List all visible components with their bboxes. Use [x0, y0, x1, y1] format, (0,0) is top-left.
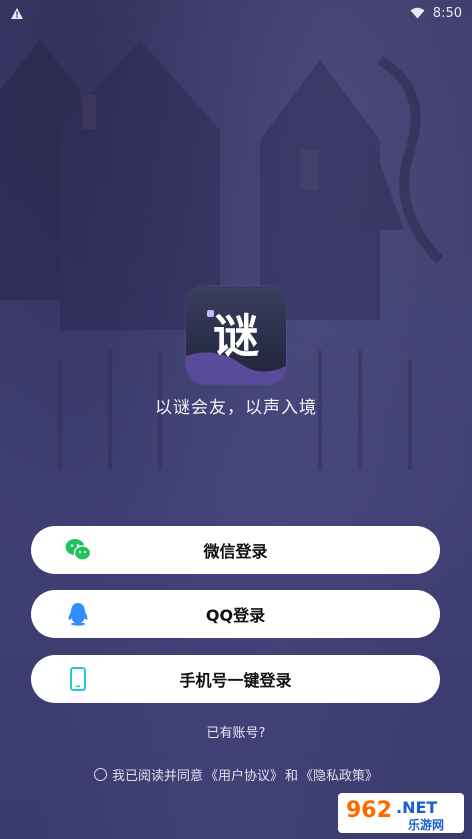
agreement-row: 我已阅读并同意 《用户协议》 和 《隐私政策》 [0, 765, 472, 784]
watermark-suffix: .NET [396, 798, 437, 817]
agreement-prefix: 我已阅读并同意 [111, 769, 203, 784]
watermark-number: 962 [346, 798, 392, 823]
phone-login-label: 手机号一键登录 [179, 671, 292, 690]
wechat-icon [65, 539, 91, 561]
phone-login-button[interactable]: 手机号一键登录 [31, 655, 440, 703]
wechat-login-label: 微信登录 [203, 542, 268, 561]
site-watermark: 962 .NET 乐游网 [338, 793, 464, 833]
existing-account-link[interactable]: 已有账号? [0, 722, 472, 741]
watermark-subtitle: 乐游网 [408, 817, 444, 832]
phone-icon [70, 667, 86, 691]
app-logo: 谜 [186, 286, 286, 384]
app-slogan: 以谜会友，以声入境 [155, 398, 317, 418]
status-bar: 8:50 [0, 0, 472, 26]
qq-login-label: QQ登录 [205, 606, 266, 625]
qq-login-button[interactable]: QQ登录 [31, 590, 440, 638]
user-agreement-link[interactable]: 《用户协议》 [205, 765, 283, 784]
wifi-icon [410, 7, 425, 19]
wechat-login-button[interactable]: 微信登录 [31, 526, 440, 574]
status-time: 8:50 [432, 5, 462, 21]
qq-penguin-icon [68, 603, 88, 626]
haunted-house-silhouette [0, 40, 444, 470]
logo-text: 谜 [213, 309, 259, 363]
logo-glyph: 谜 [186, 286, 286, 384]
warning-icon [11, 7, 23, 19]
agreement-and: 和 [285, 769, 299, 784]
privacy-policy-link[interactable]: 《隐私政策》 [300, 765, 378, 784]
agreement-checkbox[interactable] [93, 768, 107, 781]
